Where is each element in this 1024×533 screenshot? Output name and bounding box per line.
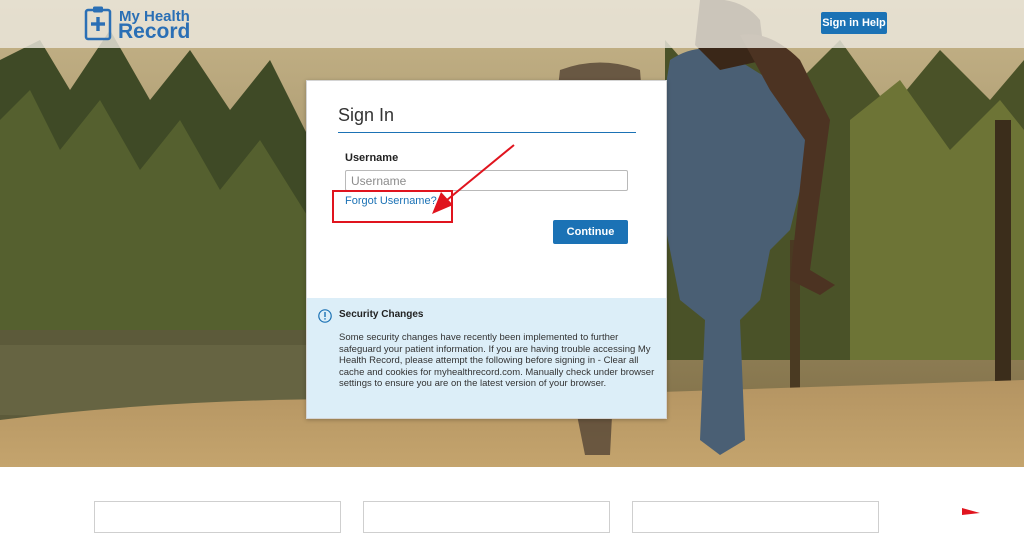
logo-text-line2: Record — [118, 20, 191, 43]
security-changes-notice: Security Changes Some security changes h… — [307, 298, 666, 418]
notice-title: Security Changes — [339, 309, 424, 320]
corner-arrow-icon — [962, 508, 980, 515]
sign-in-card: Sign In Username Forgot Username? Contin… — [306, 80, 667, 419]
feature-card-1[interactable] — [94, 501, 341, 533]
username-input[interactable] — [345, 170, 628, 191]
sign-in-help-button[interactable]: Sign in Help — [821, 12, 887, 34]
title-divider — [338, 132, 636, 133]
feature-card-3[interactable] — [632, 501, 879, 533]
feature-card-2[interactable] — [363, 501, 610, 533]
notice-body: Some security changes have recently been… — [339, 332, 655, 389]
continue-button[interactable]: Continue — [553, 220, 628, 244]
forgot-username-link[interactable]: Forgot Username? — [345, 195, 437, 207]
site-header: My Health Record Sign in Help — [0, 0, 1024, 48]
sign-in-title: Sign In — [338, 105, 395, 125]
info-circle-icon — [318, 309, 332, 323]
clipboard-plus-icon — [84, 6, 112, 41]
username-label: Username — [345, 152, 399, 164]
